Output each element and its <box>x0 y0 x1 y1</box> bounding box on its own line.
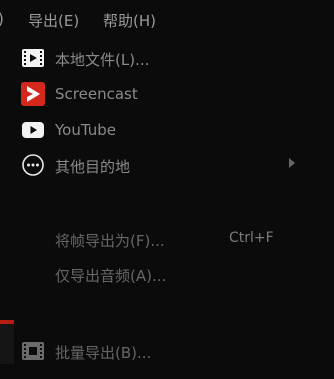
menu-item-shortcut: Ctrl+F <box>229 230 274 246</box>
menu-item-batch-export[interactable]: 批量导出(B)... <box>0 334 310 368</box>
background-panel-edge <box>0 324 14 364</box>
menu-bar-item-prev[interactable]: ) <box>0 10 4 28</box>
batch-film-icon <box>21 339 45 363</box>
menu-item-screencast[interactable]: Screencast <box>0 77 310 111</box>
menu-item-label: 其他目的地 <box>55 158 131 176</box>
menu-item-export-frame[interactable]: 将帧导出为(F)... Ctrl+F <box>0 222 310 256</box>
film-icon <box>21 46 45 70</box>
menu-bar: ) 导出(E) 帮助(H) <box>0 0 334 40</box>
submenu-arrow-icon <box>289 158 295 168</box>
menu-bar-item-help[interactable]: 帮助(H) <box>103 10 156 31</box>
menu-item-label: 本地文件(L)... <box>55 51 150 69</box>
youtube-icon <box>21 118 45 142</box>
more-icon <box>21 153 45 177</box>
menu-item-youtube[interactable]: YouTube <box>0 113 310 147</box>
menu-bar-item-export[interactable]: 导出(E) <box>28 10 79 31</box>
menu-item-label: 将帧导出为(F)... <box>55 232 165 250</box>
screencast-icon <box>21 82 45 106</box>
menu-item-label: 批量导出(B)... <box>55 344 152 362</box>
menu-item-label: Screencast <box>55 85 138 103</box>
menu-item-label: 仅导出音频(A)... <box>55 267 167 285</box>
menu-item-other-destinations[interactable]: 其他目的地 <box>0 148 310 182</box>
export-dropdown-menu: 本地文件(L)... Screencast YouTube 其他目的地 将帧导出… <box>0 40 334 379</box>
menu-item-local-file[interactable]: 本地文件(L)... <box>0 41 310 75</box>
menu-item-label: YouTube <box>55 121 116 139</box>
menu-item-export-audio-only[interactable]: 仅导出音频(A)... <box>0 257 310 291</box>
